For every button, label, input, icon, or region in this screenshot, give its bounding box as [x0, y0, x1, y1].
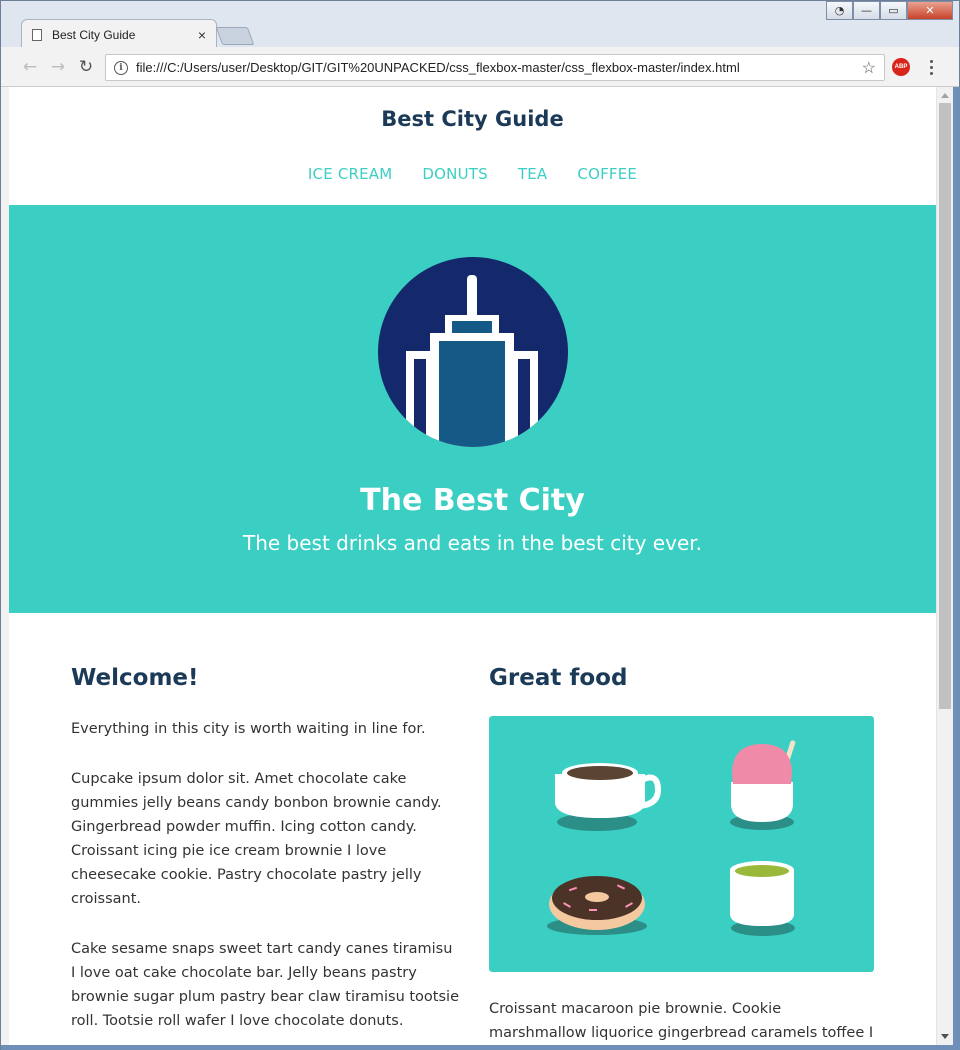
scroll-up-arrow-icon[interactable] — [941, 93, 949, 98]
tab-title: Best City Guide — [52, 27, 136, 42]
info-icon[interactable]: i — [114, 60, 128, 75]
forward-arrow-icon[interactable]: → — [47, 56, 69, 78]
window-controls: ◔ — ▭ ✕ — [826, 1, 953, 20]
window-border-right — [953, 87, 960, 1045]
user-icon[interactable]: ◔ — [826, 1, 853, 20]
site-title[interactable]: Best City Guide — [9, 107, 936, 131]
welcome-paragraph-1: Everything in this city is worth waiting… — [71, 721, 426, 737]
shaved-ice-icon — [730, 740, 796, 830]
close-window-button[interactable]: ✕ — [907, 1, 953, 20]
welcome-paragraph-3: Cake sesame snaps sweet tart candy canes… — [71, 941, 459, 1029]
tea-cup-icon — [730, 861, 795, 936]
tab-close-icon[interactable]: × — [198, 27, 206, 43]
nav-link-coffee[interactable]: COFFEE — [577, 165, 637, 183]
browser-menu-icon[interactable] — [923, 57, 939, 77]
scroll-down-arrow-icon[interactable] — [941, 1034, 949, 1039]
title-bar: Best City Guide × ◔ — ▭ ✕ — [1, 1, 959, 49]
welcome-paragraph-2: Cupcake ipsum dolor sit. Amet chocolate … — [71, 771, 442, 907]
welcome-heading: Welcome! — [71, 665, 199, 691]
browser-toolbar: ← → ↻ i file:///C:/Users/user/Desktop/GI… — [1, 47, 959, 87]
new-tab-button[interactable] — [215, 27, 255, 45]
nav-link-tea[interactable]: TEA — [518, 165, 548, 183]
food-paragraph: Croissant macaroon pie brownie. Cookie m… — [489, 1001, 874, 1041]
city-building-logo-icon — [378, 257, 568, 447]
page-icon — [32, 28, 42, 41]
browser-tab[interactable]: Best City Guide × — [21, 19, 217, 49]
hero-banner: The Best City The best drinks and eats i… — [9, 205, 936, 613]
url-text[interactable]: file:///C:/Users/user/Desktop/GIT/GIT%20… — [136, 60, 862, 75]
hero-title: The Best City — [360, 483, 585, 518]
page-viewport: Best City Guide ICE CREAM DONUTS TEA COF… — [9, 87, 936, 1045]
welcome-column: Welcome! Everything in this city is wort… — [71, 665, 461, 1033]
nav-link-ice-cream[interactable]: ICE CREAM — [308, 165, 393, 183]
nav-link-donuts[interactable]: DONUTS — [422, 165, 487, 183]
bookmark-star-icon[interactable]: ☆ — [862, 58, 876, 78]
window-border-bottom — [1, 1045, 960, 1050]
food-illustration-image — [489, 716, 874, 972]
vertical-scrollbar[interactable] — [936, 87, 953, 1045]
back-arrow-icon[interactable]: ← — [19, 56, 41, 78]
adblock-icon[interactable]: ABP — [892, 58, 910, 76]
minimize-button[interactable]: — — [853, 1, 880, 20]
donut-icon — [547, 876, 647, 935]
hero-subtitle: The best drinks and eats in the best cit… — [242, 531, 702, 555]
food-heading: Great food — [489, 665, 628, 691]
maximize-button[interactable]: ▭ — [880, 1, 907, 20]
food-column: Great food Croissant macaroon pie browni… — [489, 665, 874, 1045]
address-bar[interactable]: i file:///C:/Users/user/Desktop/GIT/GIT%… — [105, 54, 885, 81]
reload-icon[interactable]: ↻ — [75, 56, 97, 78]
browser-window: Best City Guide × ◔ — ▭ ✕ ← → ↻ i file:/… — [0, 0, 960, 1050]
site-nav: ICE CREAM DONUTS TEA COFFEE — [9, 165, 936, 183]
scroll-thumb[interactable] — [939, 103, 951, 709]
